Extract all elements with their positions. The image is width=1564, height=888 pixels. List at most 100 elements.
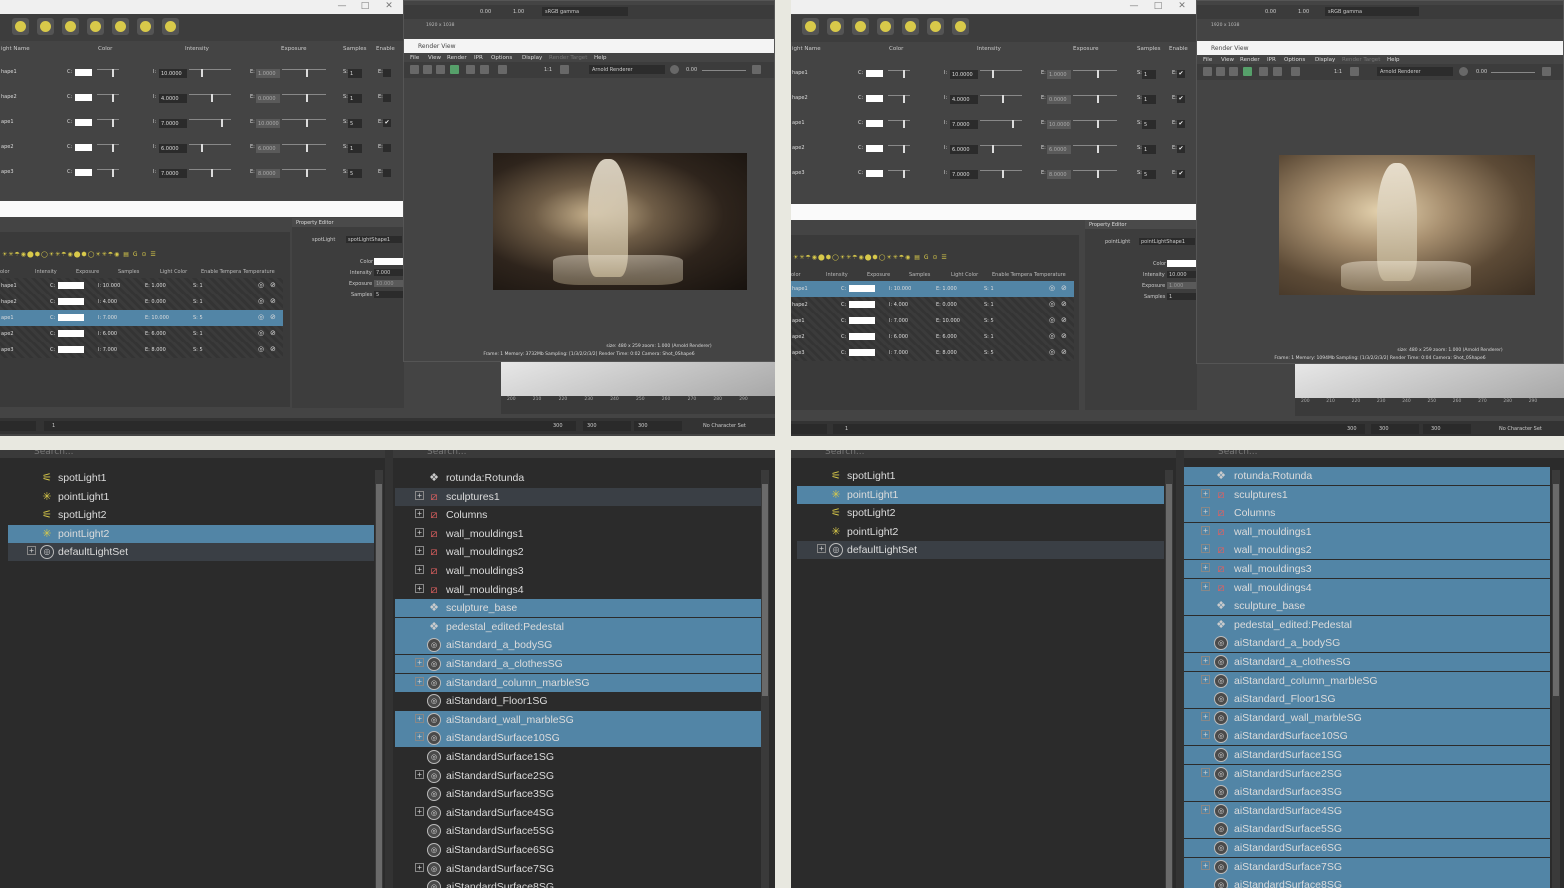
expand-toggle-icon[interactable]: +: [415, 546, 424, 556]
range-slider[interactable]: [44, 421, 576, 431]
settings-icon[interactable]: [1459, 67, 1468, 76]
color-swatch[interactable]: [849, 349, 875, 356]
outliner-item[interactable]: ◎ aiStandardSurface1SG: [1184, 746, 1550, 764]
expand-toggle-icon[interactable]: +: [415, 769, 424, 779]
expand-toggle-icon[interactable]: +: [415, 565, 424, 574]
outliner-item[interactable]: + ◎ aiStandard_wall_marbleSG: [1184, 708, 1550, 727]
expand-toggle-icon[interactable]: +: [1201, 656, 1210, 665]
intensity-field[interactable]: 10.000: [1167, 271, 1197, 278]
color-slider[interactable]: [888, 120, 910, 121]
temperature-icon[interactable]: ⊘: [270, 297, 276, 305]
start-field[interactable]: [791, 424, 827, 434]
exposure-value[interactable]: 0.00: [1265, 9, 1276, 15]
exposure-field[interactable]: 8.0000: [256, 169, 280, 178]
temperature-icon[interactable]: ⊘: [1061, 300, 1067, 308]
menu-view[interactable]: View: [428, 55, 441, 61]
color-swatch[interactable]: [75, 169, 92, 176]
outliner-item[interactable]: ❖ rotunda:Rotunda: [1184, 467, 1550, 485]
exposure-slider[interactable]: [702, 70, 746, 71]
outliner-item[interactable]: ❖ sculpture_base: [1184, 597, 1550, 616]
intensity-slider[interactable]: [189, 69, 231, 70]
timeline[interactable]: 200 210 220 230 240 250 260 270 280 290: [501, 396, 775, 414]
intensity-slider-handle[interactable]: [201, 144, 203, 152]
color-slider-handle[interactable]: [112, 69, 114, 77]
light-list-row[interactable]: ape1 C: I: 7.000 E: 10.000 S: 5 ◎ ⊘: [0, 310, 283, 326]
minimize-button[interactable]: —: [1123, 0, 1145, 13]
menu-ipr[interactable]: IPR: [474, 55, 483, 61]
color-swatch[interactable]: [866, 170, 883, 177]
outliner-item[interactable]: + ⧄ sculptures1: [1184, 485, 1550, 504]
outliner-item[interactable]: + ⧄ wall_mouldings2: [1184, 541, 1550, 560]
outliner-item[interactable]: + ◎ aiStandardSurface7SG: [1184, 857, 1550, 876]
exposure-slider[interactable]: [282, 69, 326, 70]
exposure-slider[interactable]: [1073, 70, 1117, 71]
intensity-slider[interactable]: [980, 70, 1022, 71]
enable-checkbox[interactable]: [383, 69, 391, 77]
menu-options[interactable]: Options: [1284, 57, 1305, 63]
enable-checkbox[interactable]: ✔: [1177, 95, 1185, 103]
color-slider[interactable]: [97, 69, 119, 70]
intensity-slider-handle[interactable]: [211, 169, 213, 177]
outliner-item[interactable]: ❖ rotunda:Rotunda: [395, 469, 761, 487]
exposure-slider[interactable]: [282, 144, 326, 145]
menu-options[interactable]: Options: [491, 55, 512, 61]
light-color-icon[interactable]: ◎: [258, 313, 264, 321]
outliner-item[interactable]: + ⧄ wall_mouldings1: [1184, 522, 1550, 541]
gamma-icon[interactable]: [752, 65, 761, 74]
snapshot-icon[interactable]: [436, 65, 445, 74]
outliner-item[interactable]: ◎ aiStandardSurface6SG: [1184, 839, 1550, 857]
exposure-slider[interactable]: [1073, 145, 1117, 146]
settings-icon[interactable]: [670, 65, 679, 74]
display-icon[interactable]: [1291, 67, 1300, 76]
light-list-row[interactable]: ape2 C: I: 6.000 E: 6.000 S: 1 ◎ ⊘: [0, 326, 283, 342]
display-icon[interactable]: [498, 65, 507, 74]
area-light-icon[interactable]: [802, 18, 819, 35]
area-light-icon[interactable]: [12, 18, 29, 35]
intensity-slider-handle[interactable]: [1002, 170, 1004, 178]
outliner-item[interactable]: + ⧄ Columns: [1184, 504, 1550, 523]
color-slider-handle[interactable]: [903, 120, 905, 128]
outliner-item[interactable]: ◎ aiStandardSurface3SG: [395, 785, 761, 803]
remove-image-icon[interactable]: [480, 65, 489, 74]
exposure-field[interactable]: 10.0000: [1047, 120, 1071, 129]
enable-checkbox[interactable]: ✔: [383, 119, 391, 127]
intensity-slider[interactable]: [189, 144, 231, 145]
directional-light-icon[interactable]: [87, 18, 104, 35]
light-list-row[interactable]: ape2 C: I: 6.000 E: 6.000 S: 1 ◎ ⊘: [791, 329, 1074, 345]
channel-icon[interactable]: [560, 65, 569, 74]
intensity-field[interactable]: 10.0000: [159, 69, 187, 78]
intensity-slider[interactable]: [189, 119, 231, 120]
color-slider-handle[interactable]: [112, 119, 114, 127]
expand-toggle-icon[interactable]: +: [1201, 804, 1210, 814]
color-swatch[interactable]: [866, 95, 883, 102]
light-list-row[interactable]: hape1 C: I: 10.000 E: 1.000 S: 1 ◎ ⊘: [0, 278, 283, 294]
enable-checkbox[interactable]: ✔: [1177, 170, 1185, 178]
menu-ipr[interactable]: IPR: [1267, 57, 1276, 63]
exposure-slider-handle[interactable]: [306, 69, 308, 77]
search-input[interactable]: Search...: [393, 450, 775, 458]
enable-checkbox[interactable]: [383, 169, 391, 177]
exposure-slider-handle[interactable]: [306, 169, 308, 177]
samples-field[interactable]: 5: [374, 291, 404, 298]
expand-toggle-icon[interactable]: +: [415, 732, 424, 742]
outliner-item[interactable]: ◎ aiStandard_a_bodySG: [395, 636, 761, 655]
light-color-icon[interactable]: ◎: [1049, 332, 1055, 340]
expand-toggle-icon[interactable]: +: [415, 583, 424, 593]
outliner-item[interactable]: ◎ aiStandard_a_bodySG: [1184, 634, 1550, 653]
menu-render-target[interactable]: Render Target: [549, 55, 587, 61]
volume-light-icon[interactable]: [902, 18, 919, 35]
intensity-slider-handle[interactable]: [992, 70, 994, 78]
exposure-slider[interactable]: [1073, 120, 1117, 121]
color-swatch[interactable]: [58, 298, 84, 305]
expand-toggle-icon[interactable]: +: [415, 509, 424, 519]
intensity-field[interactable]: 7.000: [374, 269, 404, 276]
search-input[interactable]: Search...: [791, 450, 1176, 458]
light-row[interactable]: hape2 C: I: 4.0000 E: 0.0000 S: 1 E: ✔: [791, 92, 1196, 106]
renderer-select[interactable]: Arnold Renderer: [1377, 67, 1453, 76]
expand-toggle-icon[interactable]: +: [1201, 563, 1210, 572]
outliner-item[interactable]: ⚟ spotLight1: [797, 467, 1164, 485]
expand-toggle-icon[interactable]: +: [415, 676, 424, 686]
samples-field[interactable]: 1: [1167, 293, 1197, 300]
intensity-slider[interactable]: [189, 169, 231, 170]
directional-light-icon[interactable]: [877, 18, 894, 35]
